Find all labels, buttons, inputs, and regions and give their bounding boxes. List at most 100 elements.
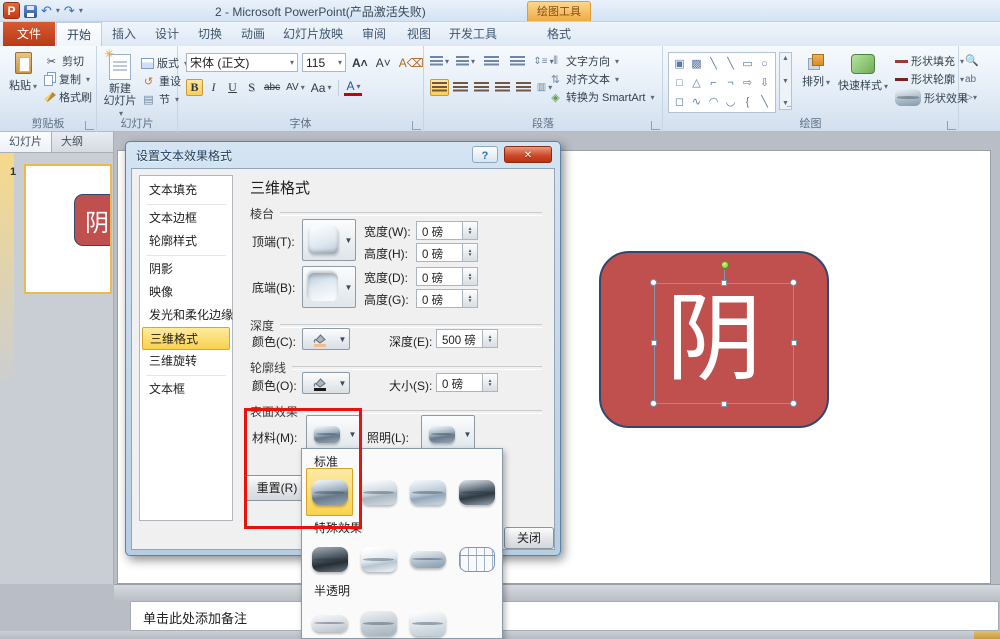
distribute-button[interactable] — [514, 79, 533, 96]
bevel-bottom-dropdown[interactable]: ▼ — [302, 266, 356, 308]
undo-icon[interactable]: ↶ — [41, 3, 52, 19]
nav-text-fill[interactable]: 文本填充 — [140, 179, 232, 202]
resize-handle-se[interactable] — [790, 400, 797, 407]
tab-insert[interactable]: 插入 — [103, 22, 145, 46]
font-dialog-launcher[interactable] — [412, 121, 421, 130]
shapes-gallery[interactable]: ▣▩╲╲▭○ □△⌐¬⇨⇩ ◻∿◠◡{╲ — [668, 52, 776, 113]
tab-transitions[interactable]: 切换 — [189, 22, 231, 46]
bevel-top-dropdown[interactable]: ▼ — [302, 219, 356, 261]
undo-dropdown-arrow-icon[interactable]: ▾ — [56, 3, 60, 19]
resize-handle-n[interactable] — [721, 280, 727, 286]
change-case-button[interactable]: Aa — [309, 79, 334, 96]
resize-handle-sw[interactable] — [650, 400, 657, 407]
material-option-soft-edge[interactable] — [355, 535, 402, 583]
drawing-dialog-launcher[interactable] — [947, 121, 956, 130]
paste-button[interactable]: 粘贴 — [6, 52, 40, 93]
save-icon[interactable] — [24, 5, 37, 18]
font-name-combo[interactable]: 宋体 (正文) — [186, 53, 298, 72]
align-text-button[interactable]: ⇅对齐文本 — [546, 70, 656, 88]
shapes-gallery-scrollbar[interactable]: ▲▼▼̲ — [779, 52, 792, 110]
clipboard-dialog-launcher[interactable] — [85, 121, 94, 130]
italic-button[interactable]: I — [205, 79, 222, 96]
contour-color-dropdown[interactable]: ▼ — [302, 372, 350, 394]
resize-handle-ne[interactable] — [790, 279, 797, 286]
underline-button[interactable]: U — [224, 79, 241, 96]
align-left-button[interactable] — [430, 79, 449, 96]
depth-spinner[interactable]: 500 磅 — [436, 329, 498, 348]
app-icon[interactable]: P — [3, 2, 20, 19]
align-right-button[interactable] — [472, 79, 491, 96]
nav-3d-format[interactable]: 三维格式 — [142, 327, 230, 350]
redo-icon[interactable]: ↷ — [64, 3, 75, 19]
material-option-warm-matte[interactable] — [355, 468, 402, 516]
notes-splitter[interactable] — [114, 584, 1000, 601]
nav-outline-style[interactable]: 轮廓样式 — [140, 230, 232, 253]
tab-design[interactable]: 设计 — [146, 22, 188, 46]
convert-smartart-button[interactable]: ◈转换为 SmartArt — [546, 88, 656, 106]
resize-handle-nw[interactable] — [650, 279, 657, 286]
format-painter-button[interactable]: 格式刷 — [42, 88, 94, 106]
strikethrough-button[interactable]: abc — [262, 79, 282, 96]
tab-format[interactable]: 格式 — [527, 22, 591, 46]
contour-size-spinner[interactable]: 0 磅 — [436, 373, 498, 392]
justify-button[interactable] — [493, 79, 512, 96]
bold-button[interactable]: B — [186, 79, 203, 96]
top-height-spinner[interactable]: 0 磅 — [416, 243, 478, 262]
material-option-plastic[interactable] — [404, 468, 451, 516]
bottom-width-spinner[interactable]: 0 磅 — [416, 267, 478, 286]
resize-handle-s[interactable] — [721, 401, 727, 407]
grow-font-icon[interactable]: A˄ — [350, 54, 370, 71]
bullets-button[interactable] — [430, 53, 449, 70]
tab-home[interactable]: 开始 — [56, 22, 102, 46]
qat-customize-icon[interactable]: ▾ — [79, 3, 83, 19]
top-width-spinner[interactable]: 0 磅 — [416, 221, 478, 240]
material-option-wire-frame[interactable] — [453, 535, 500, 583]
tab-outline-panel[interactable]: 大纲 — [52, 132, 92, 152]
arrange-button[interactable]: 排列 — [799, 54, 833, 89]
material-option-flat[interactable] — [404, 535, 451, 583]
replace-icon[interactable]: ab — [965, 74, 976, 85]
copy-button[interactable]: 复制 — [42, 70, 94, 88]
tab-review[interactable]: 审阅 — [352, 22, 396, 46]
tab-animations[interactable]: 动画 — [232, 22, 274, 46]
nav-3d-rotation[interactable]: 三维旋转 — [140, 350, 232, 373]
text-shadow-button[interactable]: S — [243, 79, 260, 96]
new-slide-button[interactable]: 新建 幻灯片 — [102, 54, 138, 120]
bottom-height-spinner[interactable]: 0 磅 — [416, 289, 478, 308]
clear-formatting-icon[interactable]: A⌫ — [397, 54, 426, 71]
numbering-button[interactable] — [456, 53, 475, 70]
nav-text-box[interactable]: 文本框 — [140, 378, 232, 401]
dialog-close-icon[interactable] — [504, 146, 552, 163]
paragraph-dialog-launcher[interactable] — [651, 121, 660, 130]
slide-thumbnail[interactable]: 阴 — [24, 164, 112, 294]
close-button[interactable]: 关闭 — [504, 527, 554, 549]
select-icon[interactable]: ▷ — [965, 92, 973, 103]
decrease-indent-button[interactable] — [482, 53, 501, 70]
text-direction-button[interactable]: ⫴文字方向 — [546, 52, 656, 70]
material-option-dark-edge[interactable] — [306, 535, 353, 583]
tab-developer[interactable]: 开发工具 — [442, 22, 504, 46]
material-option-clear[interactable] — [404, 599, 451, 639]
increase-indent-button[interactable] — [508, 53, 527, 70]
character-spacing-button[interactable]: AV — [284, 79, 307, 96]
tab-slides-panel[interactable]: 幻灯片 — [0, 132, 52, 152]
font-size-combo[interactable]: 115 — [302, 53, 346, 72]
find-icon[interactable]: 🔍 — [965, 54, 979, 67]
font-color-button[interactable]: A — [344, 79, 362, 96]
cut-button[interactable]: ✂剪切 — [42, 52, 94, 70]
dialog-help-icon[interactable] — [472, 146, 498, 163]
tab-slideshow[interactable]: 幻灯片放映 — [275, 22, 351, 46]
nav-reflection[interactable]: 映像 — [140, 281, 232, 304]
shrink-font-icon[interactable]: A˅ — [374, 54, 393, 71]
nav-glow-soft-edges[interactable]: 发光和柔化边缘 — [140, 304, 232, 327]
material-option-metal[interactable] — [453, 468, 500, 516]
material-option-translucent-powder[interactable] — [355, 599, 402, 639]
material-option-powder[interactable] — [306, 599, 353, 639]
quick-styles-button[interactable]: 快速样式 — [835, 54, 891, 93]
align-center-button[interactable] — [451, 79, 470, 96]
depth-color-dropdown[interactable]: ▼ — [302, 328, 350, 350]
tab-view[interactable]: 视图 — [397, 22, 441, 46]
notes-pane[interactable]: 单击此处添加备注 — [130, 601, 999, 631]
tab-file[interactable]: 文件 — [3, 22, 55, 46]
nav-text-border[interactable]: 文本边框 — [140, 207, 232, 230]
